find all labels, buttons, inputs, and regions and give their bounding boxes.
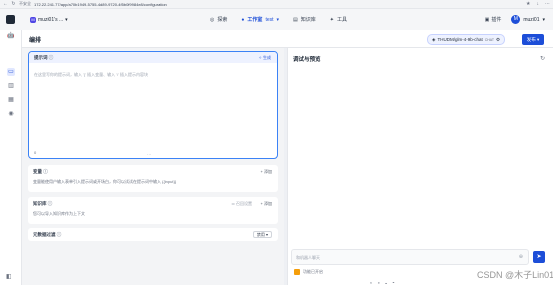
app-icon[interactable]: 🤖 (7, 32, 15, 40)
nav-tools-label: 工具 (336, 17, 347, 23)
context-description: 您可以导入知识库作为上下文 (33, 211, 85, 216)
compass-icon: ◎ (210, 16, 215, 23)
workspace-name: muzi01's ... (38, 16, 64, 23)
help-icon: ⓘ (43, 169, 48, 174)
book-icon: ▤ (293, 16, 298, 23)
metadata-filter-card: 元数据过滤 ⓘ 禁用 ▾ (28, 228, 278, 241)
variables-card: 变量 ⓘ + 添加 变量能使用户输入表单引入提示词或开场白，你可以试试在提示词中… (28, 165, 278, 192)
config-toolbar: 编排 ◈ THUDM/glm-4-9b-chat CHAT ⚙ 发布 ▾ (22, 30, 553, 48)
monitor-icon[interactable]: ◉ (7, 110, 15, 118)
debug-preview-panel: 调试与预览 ↻ 和机器人聊天 ⊕ ➤ 功能已开启 (287, 48, 553, 285)
nav-explore[interactable]: ◎ 探索 (210, 16, 228, 24)
menu-icon[interactable]: ⋯ (545, 1, 550, 7)
page-title: 编排 (29, 38, 42, 44)
system-tray: ◐ ◑ ◒ ◓ (370, 280, 395, 285)
variables-description: 变量能使用户输入表单引入提示词或开场白，你可以试试在提示词中输入 {{input… (33, 179, 177, 184)
feature-bar[interactable]: 功能已开启 (294, 269, 323, 275)
nav-tools[interactable]: ✦ 工具 (329, 16, 347, 24)
chevron-down-icon: ▾ (276, 16, 280, 23)
model-name: THUDM/glm-4-9b-chat (437, 37, 483, 42)
nav-studio[interactable]: ● 工作室 test ▾ (241, 16, 280, 24)
nav-explore-label: 探索 (217, 17, 228, 23)
studio-icon: ● (241, 16, 245, 23)
tray-icon[interactable]: ◓ (392, 280, 394, 285)
reload-icon[interactable]: ↻ (11, 1, 16, 7)
metadata-title: 元数据过滤 ⓘ (33, 232, 62, 237)
generate-button[interactable]: ✧ 生成 (259, 55, 271, 61)
publish-label: 发布 (526, 37, 536, 42)
collapse-sidebar-icon[interactable]: ◧ (6, 273, 14, 281)
attachment-icon[interactable]: ⊕ (519, 254, 523, 260)
app-header: M muzi01's ... ▾ ◎ 探索 ● 工作室 test ▾ ▤ 知识库… (0, 9, 553, 30)
chat-placeholder: 和机器人聊天 (296, 255, 320, 260)
workspace-switcher[interactable]: M muzi01's ... ▾ (30, 16, 68, 23)
send-icon: ➤ (536, 254, 542, 260)
add-variable-button[interactable]: + 添加 (261, 169, 272, 175)
prompt-editor[interactable]: 提示词 ⓘ ✧ 生成 在这里写你的提示词，输入 '{' 插入变量、输入 '/' … (28, 51, 278, 159)
help-icon: ⓘ (48, 55, 54, 60)
variables-title: 变量 ⓘ (33, 169, 48, 174)
prompt-placeholder[interactable]: 在这里写你的提示词，输入 '{' 插入变量、输入 '/' 插入提示内容块 (34, 72, 148, 78)
add-context-button[interactable]: + 添加 (261, 201, 272, 207)
user-name: muzi01 (523, 16, 540, 23)
prompt-header: 提示词 ⓘ ✧ 生成 (29, 52, 277, 63)
chevron-down-icon: ▾ (65, 16, 68, 23)
nav-knowledge-label: 知识库 (300, 17, 316, 23)
tray-icon[interactable]: ◒ (385, 280, 387, 285)
tools-icon: ✦ (329, 16, 334, 23)
settings-icon: ⚙ (496, 36, 501, 42)
model-icon: ◈ (432, 36, 436, 42)
metadata-filter-select[interactable]: 禁用 ▾ (252, 231, 272, 238)
model-selector[interactable]: ◈ THUDM/glm-4-9b-chat CHAT ⚙ (427, 34, 506, 45)
logs-icon[interactable]: ▦ (7, 96, 15, 104)
main-nav: ◎ 探索 ● 工作室 test ▾ ▤ 知识库 ✦ 工具 (210, 9, 347, 30)
feature-label: 功能已开启 (303, 269, 323, 274)
config-panel: 提示词 ⓘ ✧ 生成 在这里写你的提示词，输入 '{' 插入变量、输入 '/' … (22, 48, 284, 285)
user-menu[interactable]: M muzi01 ▾ (511, 15, 545, 24)
chevron-down-icon: ▾ (542, 16, 545, 23)
browser-actions: ★ ↓ ⋯ (526, 1, 550, 7)
feature-icon (294, 269, 300, 275)
sliders-icon: ⚌ (231, 201, 235, 206)
publish-button[interactable]: 发布 ▾ (522, 34, 544, 45)
nav-knowledge[interactable]: ▤ 知识库 (293, 16, 316, 24)
sparkle-icon: ✧ (258, 55, 262, 60)
prompt-char-count: 0 (34, 150, 37, 155)
chat-input[interactable]: 和机器人聊天 ⊕ (291, 249, 529, 265)
plugin-label: 插件 (491, 17, 502, 23)
app-sidebar: 🤖 ▭ ▥ ▦ ◉ (0, 30, 22, 285)
api-icon[interactable]: ▥ (7, 82, 15, 90)
tray-icon[interactable]: ◑ (377, 280, 379, 285)
help-icon: ⓘ (47, 201, 53, 206)
resize-handle-icon[interactable]: ⋯ (147, 152, 151, 157)
security-label: 不安全 (19, 1, 31, 6)
back-icon[interactable]: ← (3, 1, 8, 7)
debug-title: 调试与预览 (293, 57, 321, 63)
plugin-button[interactable]: ▣ 插件 (484, 16, 502, 24)
header-right: ▣ 插件 M muzi01 ▾ (485, 9, 545, 30)
bookmark-icon[interactable]: ★ (526, 1, 530, 7)
help-icon: ⓘ (56, 232, 62, 237)
avatar: M (511, 15, 521, 24)
context-card: 知识库 ⓘ ⚌ 召回设置 + 添加 您可以导入知识库作为上下文 (28, 197, 278, 224)
download-icon[interactable]: ↓ (537, 1, 540, 7)
model-tag: CHAT (484, 37, 495, 42)
refresh-icon[interactable]: ↻ (540, 55, 545, 62)
workspace-avatar: M (30, 16, 36, 23)
prompt-title: 提示词 ⓘ (34, 55, 54, 60)
tray-icon[interactable]: ◐ (370, 280, 372, 285)
address-bar[interactable]: 172.22.241.77/app/a70b1949-5755-4d89-972… (34, 2, 334, 7)
context-title: 知识库 ⓘ (33, 201, 53, 206)
send-button[interactable]: ➤ (533, 251, 545, 263)
watermark: CSDN @木子Lin01 (477, 270, 553, 280)
nav-current-app[interactable]: test (265, 17, 273, 23)
browser-toolbar: ← ↻ 不安全 172.22.241.77/app/a70b1949-5755-… (0, 0, 553, 9)
recall-settings-button[interactable]: ⚌ 召回设置 (231, 201, 252, 207)
app-logo[interactable] (0, 9, 20, 30)
nav-studio-label: 工作室 (247, 17, 263, 23)
orchestrate-icon[interactable]: ▭ (7, 68, 15, 76)
puzzle-icon: ▣ (484, 16, 490, 23)
